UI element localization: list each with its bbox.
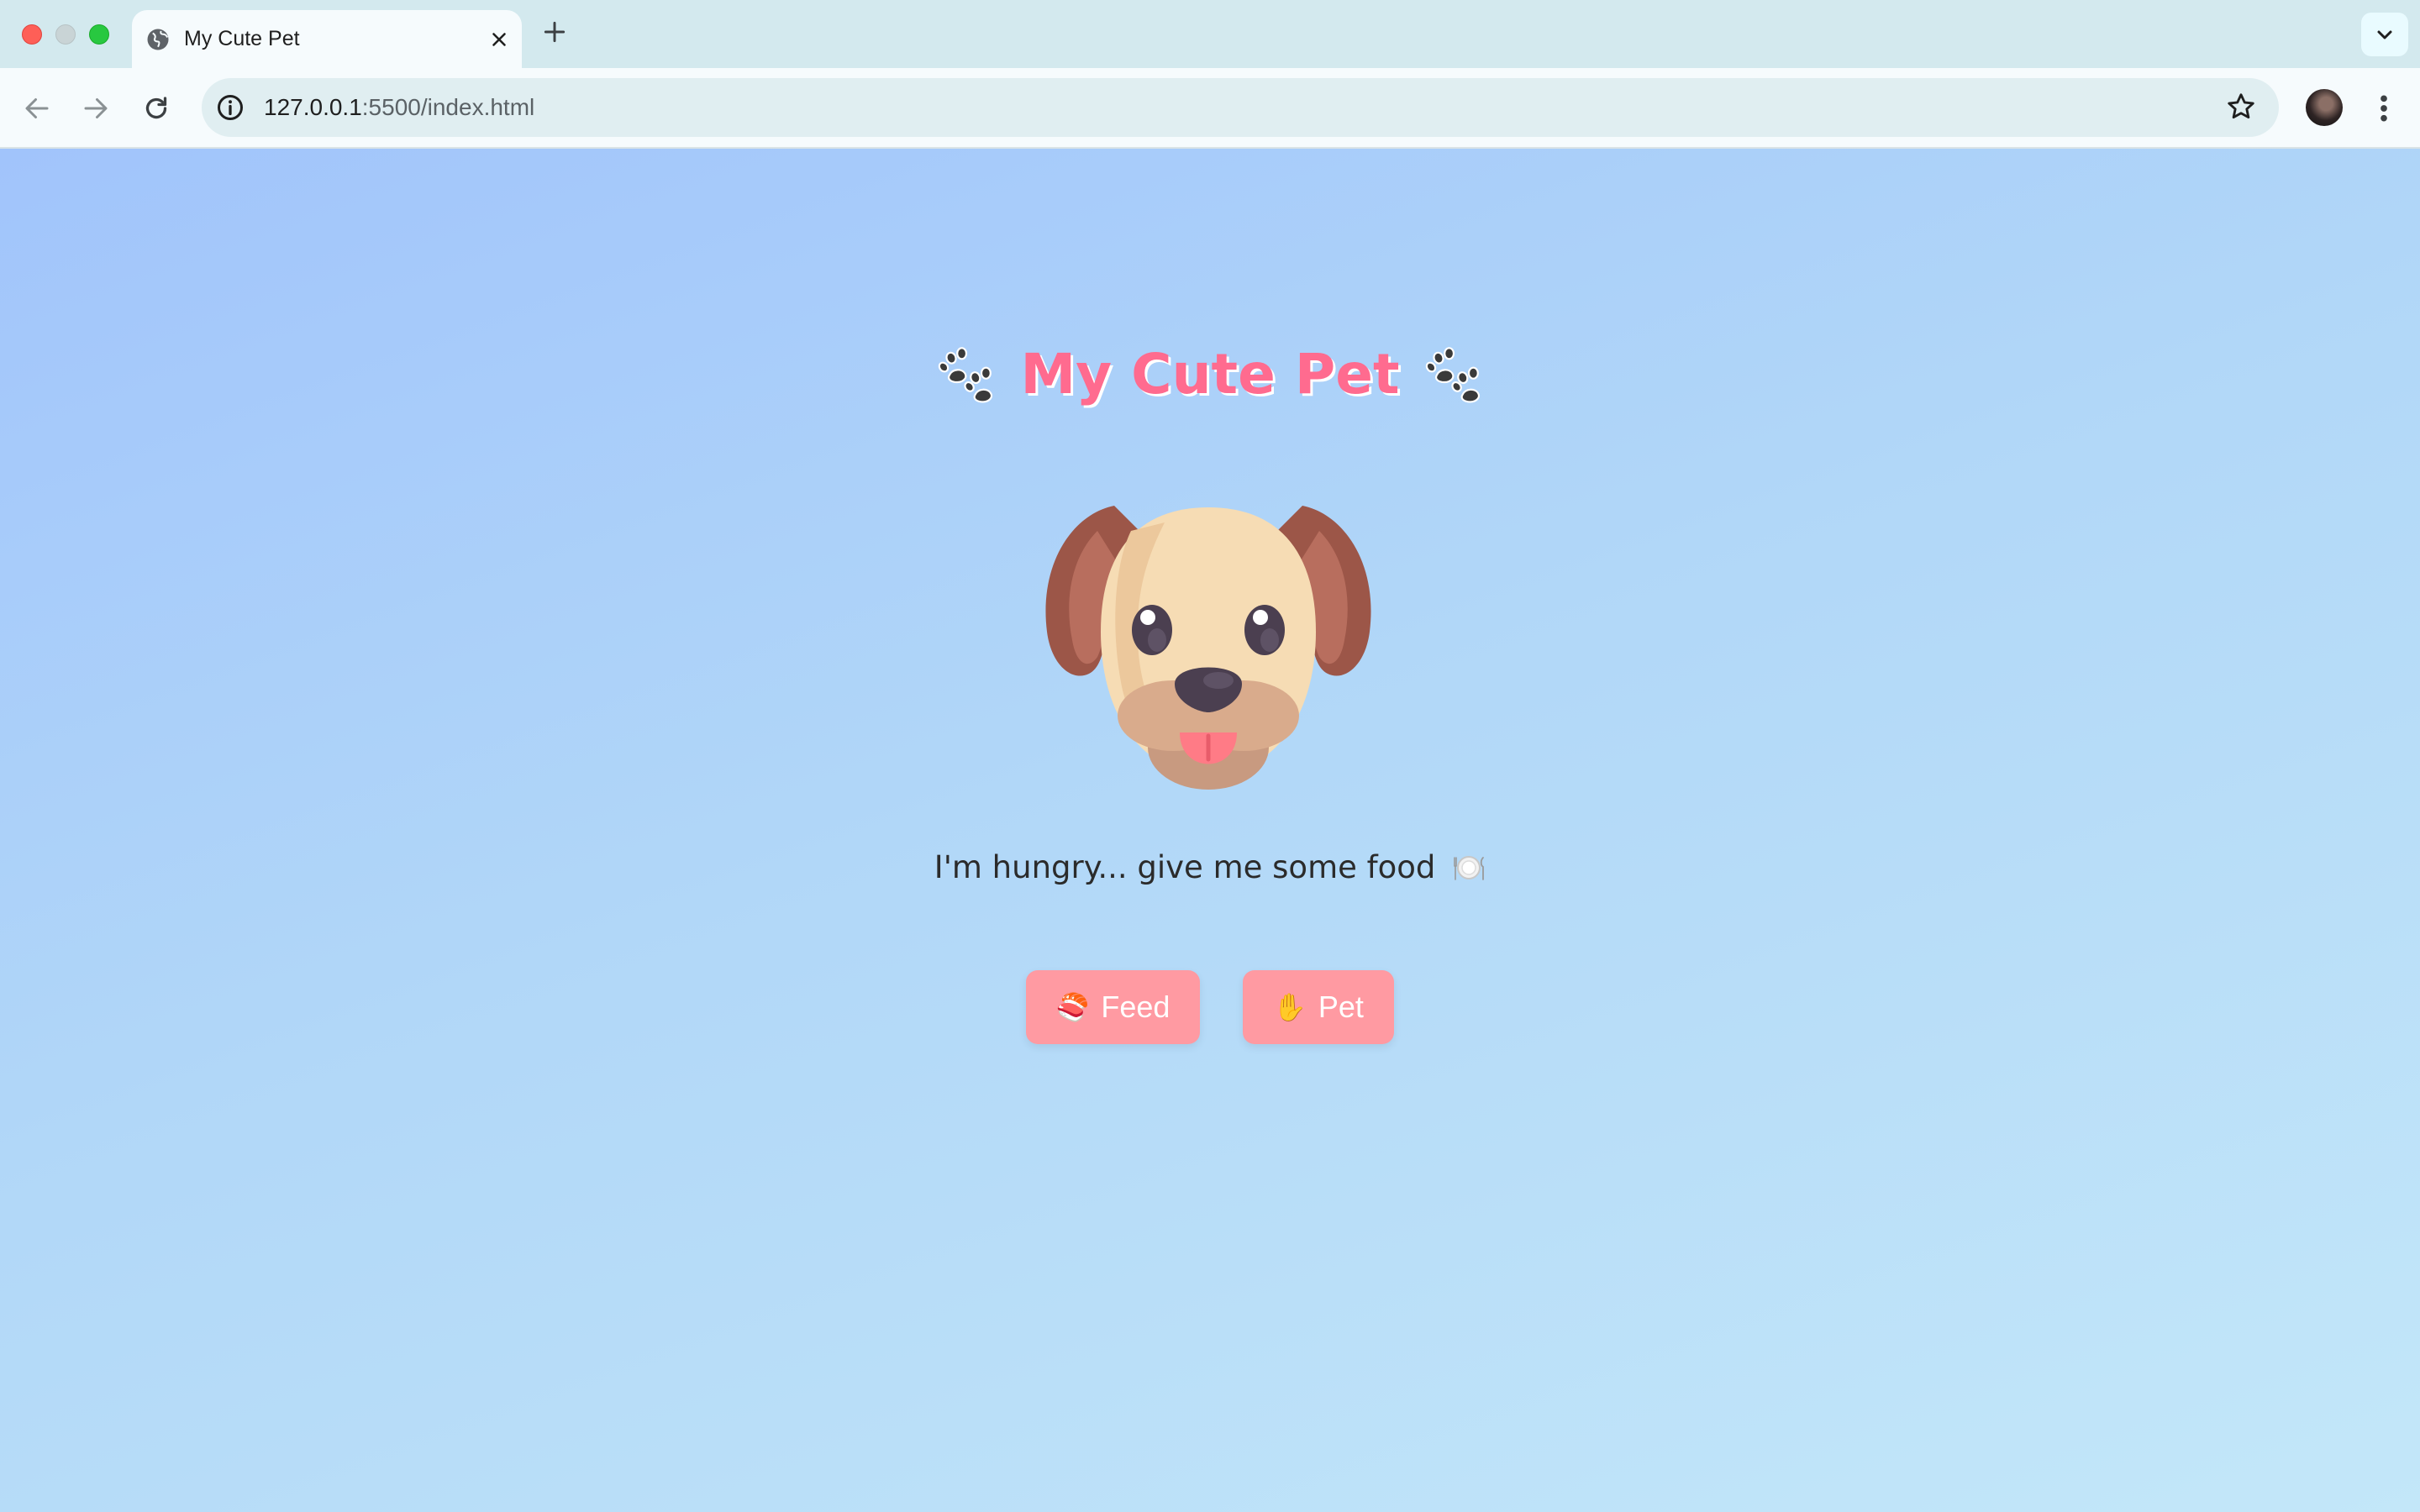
close-tab-icon[interactable] xyxy=(488,29,510,50)
pet-button-label: Pet xyxy=(1318,990,1364,1024)
page-header: My Cute Pet xyxy=(0,337,2420,412)
maximize-window-button[interactable] xyxy=(89,24,109,45)
url-host: 127.0.0.1 xyxy=(264,94,362,120)
tab-search-button[interactable] xyxy=(2361,13,2408,56)
profile-avatar[interactable] xyxy=(2306,89,2343,126)
more-menu-icon[interactable] xyxy=(2371,92,2396,125)
hand-icon: ✋ xyxy=(1273,992,1307,1022)
feed-button-label: Feed xyxy=(1101,990,1171,1024)
url-text[interactable]: 127.0.0.1:5500/index.html xyxy=(264,92,534,123)
dog-face-illustration[interactable] xyxy=(1039,497,1378,800)
pet-button[interactable]: ✋ Pet xyxy=(1243,970,1394,1044)
site-info-icon[interactable] xyxy=(215,92,245,123)
url-path: :5500/index.html xyxy=(361,94,535,120)
globe-icon xyxy=(147,29,169,50)
browser-tab[interactable]: My Cute Pet xyxy=(132,10,522,68)
close-window-button[interactable] xyxy=(22,24,42,45)
minimize-window-button[interactable] xyxy=(55,24,76,45)
paw-prints-icon xyxy=(1425,347,1480,403)
back-arrow-icon[interactable] xyxy=(22,93,52,123)
page-title: My Cute Pet xyxy=(1020,342,1400,407)
reload-icon[interactable] xyxy=(141,93,171,123)
sushi-icon: 🍣 xyxy=(1055,992,1090,1022)
forward-arrow-icon[interactable] xyxy=(81,93,111,123)
browser-toolbar: 127.0.0.1:5500/index.html xyxy=(0,68,2420,149)
tab-title: My Cute Pet xyxy=(184,27,300,50)
chevron-down-icon xyxy=(2377,30,2392,39)
bookmark-star-icon[interactable] xyxy=(2225,91,2257,123)
status-text: I'm hungry... give me some food xyxy=(934,849,1436,885)
browser-tab-bar: My Cute Pet xyxy=(0,0,2420,68)
paw-prints-icon xyxy=(939,347,993,403)
new-tab-icon[interactable] xyxy=(541,18,568,45)
plate-icon xyxy=(1454,856,1485,880)
address-bar[interactable]: 127.0.0.1:5500/index.html xyxy=(202,78,2279,137)
pet-status-message: I'm hungry... give me some food xyxy=(0,847,2420,889)
feed-button[interactable]: 🍣 Feed xyxy=(1026,970,1200,1044)
